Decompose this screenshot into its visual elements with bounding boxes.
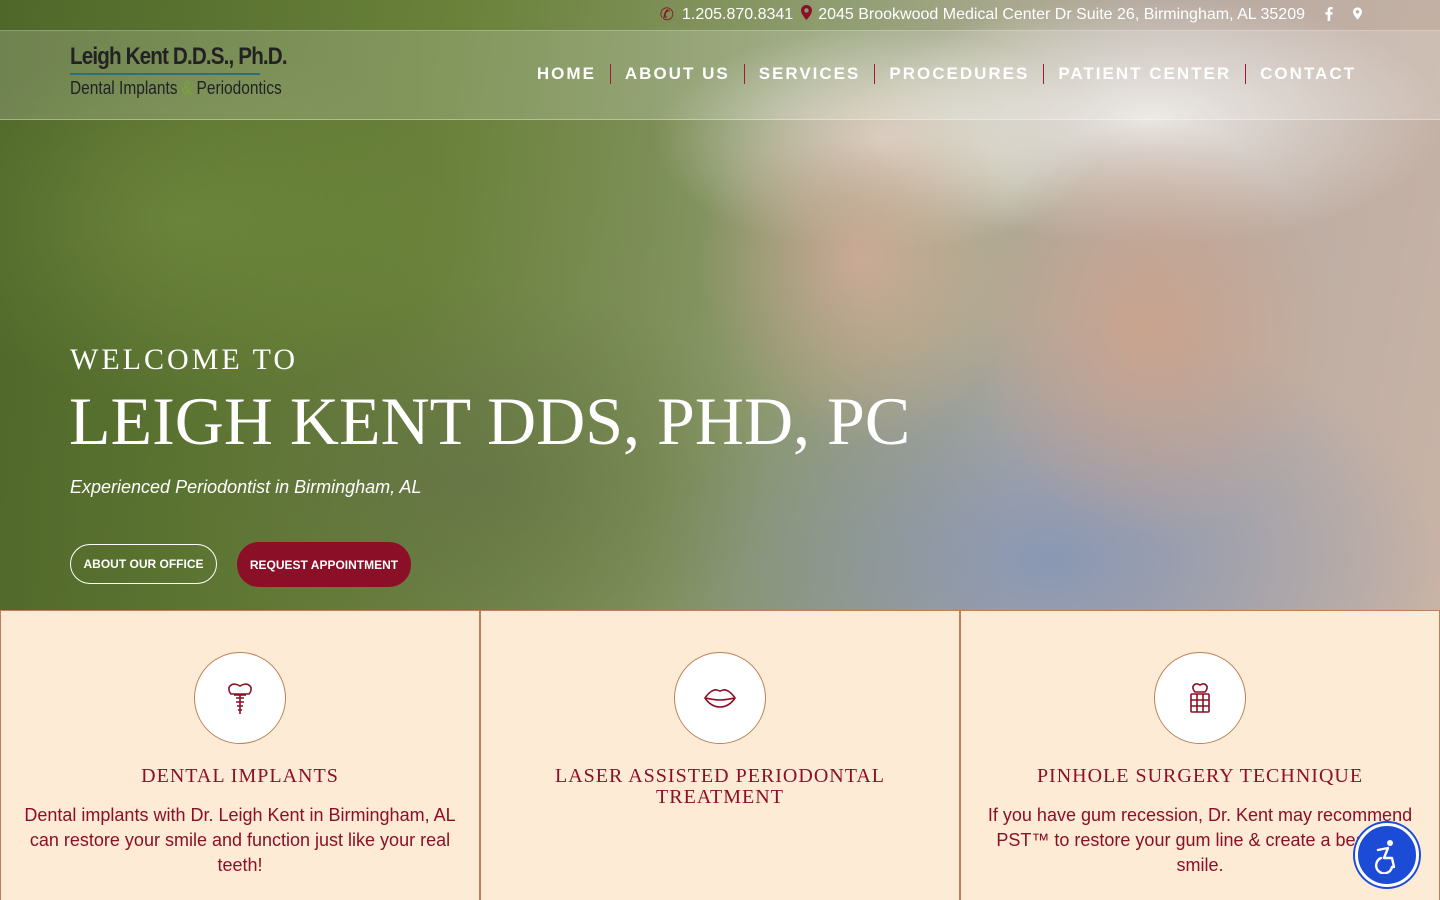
map-marker-icon xyxy=(801,5,813,25)
tooth-gums-icon xyxy=(1154,652,1246,744)
about-office-button[interactable]: ABOUT OUR OFFICE xyxy=(70,544,217,584)
nav-home[interactable]: HOME xyxy=(523,64,610,84)
hero-subhead: Experienced Periodontist in Birmingham, … xyxy=(70,477,422,497)
nav-about-us[interactable]: ABOUT US xyxy=(609,64,744,84)
dental-implant-icon xyxy=(194,652,286,744)
service-title: PINHOLE SURGERY TECHNIQUE xyxy=(1036,765,1364,787)
services-section: DENTAL IMPLANTS Dental implants with Dr.… xyxy=(0,610,1440,900)
service-card-dental-implants[interactable]: DENTAL IMPLANTS Dental implants with Dr.… xyxy=(0,610,480,900)
logo-tagline-amp: & xyxy=(181,78,193,98)
main-nav: HOME ABOUT US SERVICES PROCEDURES PATIEN… xyxy=(523,64,1356,84)
service-title: DENTAL IMPLANTS xyxy=(141,765,339,787)
logo-tagline: Dental Implants & Periodontics xyxy=(70,78,282,99)
nav-contact[interactable]: CONTACT xyxy=(1245,64,1356,84)
phone-number: 1.205.870.8341 xyxy=(681,6,794,23)
logo-tagline-a: Dental Implants xyxy=(70,78,178,98)
phone-link[interactable]: ✆ 1.205.870.8341 xyxy=(660,5,793,25)
service-text: Dental implants with Dr. Leigh Kent in B… xyxy=(24,805,456,875)
logo-tagline-b: Periodontics xyxy=(196,78,282,98)
site-header: Leigh Kent D.D.S., Ph.D. Dental Implants… xyxy=(0,31,1440,120)
logo-name: Leigh Kent D.D.S., Ph.D. xyxy=(70,43,288,70)
hero-headline: LEIGH KENT DDS, PHD, PC xyxy=(69,383,911,459)
nav-procedures[interactable]: PROCEDURES xyxy=(874,64,1043,84)
hero-welcome: WELCOME TO xyxy=(70,343,299,376)
map-pin-icon[interactable] xyxy=(1353,6,1362,24)
request-appointment-button[interactable]: REQUEST APPOINTMENT xyxy=(237,542,411,587)
nav-services[interactable]: SERVICES xyxy=(743,64,875,84)
service-title: LASER ASSISTED PERIODONTAL TREATMENT xyxy=(555,765,885,808)
accessibility-button[interactable] xyxy=(1355,823,1419,887)
lips-icon xyxy=(674,652,766,744)
address-text: 2045 Brookwood Medical Center Dr Suite 2… xyxy=(818,6,1305,23)
phone-icon: ✆ xyxy=(659,5,674,24)
address-link[interactable]: 2045 Brookwood Medical Center Dr Suite 2… xyxy=(801,5,1305,25)
accessibility-icon xyxy=(1374,840,1396,874)
logo-divider xyxy=(70,73,260,75)
service-card-laser-treatment[interactable]: LASER ASSISTED PERIODONTAL TREATMENT xyxy=(480,610,960,900)
site-logo[interactable]: Leigh Kent D.D.S., Ph.D. Dental Implants… xyxy=(70,43,288,107)
top-bar: ✆ 1.205.870.8341 2045 Brookwood Medical … xyxy=(0,0,1440,31)
nav-patient-center[interactable]: PATIENT CENTER xyxy=(1043,64,1245,84)
social-links xyxy=(1325,6,1362,24)
facebook-icon[interactable] xyxy=(1325,6,1333,24)
